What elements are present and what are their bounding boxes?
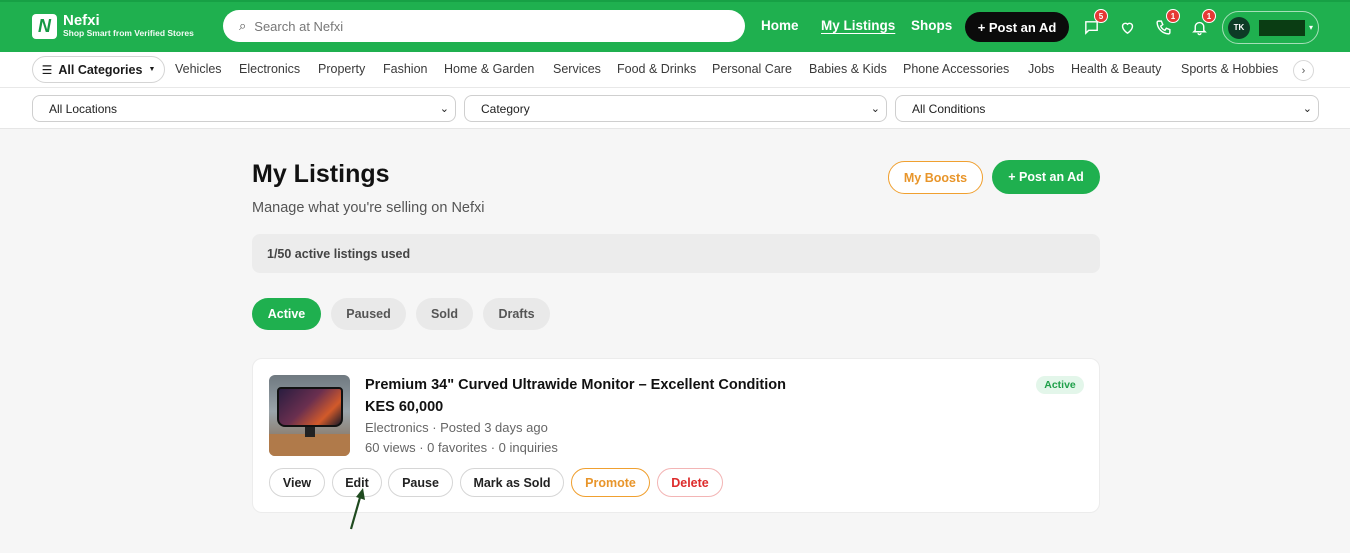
category-phone-accessories[interactable]: Phone Accessories: [903, 62, 1009, 76]
my-boosts-button[interactable]: My Boosts: [888, 161, 983, 194]
category-health-beauty[interactable]: Health & Beauty: [1071, 62, 1161, 76]
post-ad-button-header[interactable]: + Post an Ad: [965, 12, 1069, 42]
logo-mark: N: [32, 13, 57, 39]
condition-select-value: All Conditions: [912, 101, 986, 116]
category-babies-kids[interactable]: Babies & Kids: [809, 62, 887, 76]
search-bar[interactable]: ⌕: [223, 10, 745, 42]
brand-tagline: Shop Smart from Verified Stores: [63, 28, 194, 38]
nav-shops[interactable]: Shops: [911, 18, 952, 33]
chevron-right-icon[interactable]: ›: [1293, 60, 1314, 81]
monitor-image: [277, 387, 343, 427]
nav-home[interactable]: Home: [761, 18, 799, 33]
search-input[interactable]: [254, 18, 695, 34]
listing-stats: 60 views · 0 favorites · 0 inquiries: [365, 440, 558, 455]
chevron-down-icon: ▾: [1309, 23, 1314, 32]
search-icon: ⌕: [239, 18, 247, 33]
category-services[interactable]: Services: [553, 62, 601, 76]
mark-as-sold-button[interactable]: Mark as Sold: [460, 468, 564, 497]
view-button[interactable]: View: [269, 468, 325, 497]
category-sports-hobbies[interactable]: Sports & Hobbies: [1181, 62, 1278, 76]
all-categories-label: All Categories: [58, 62, 143, 77]
phone-icon[interactable]: 1: [1153, 9, 1180, 37]
redacted-username: [1259, 19, 1305, 36]
messages-badge: 5: [1094, 9, 1108, 23]
brand-name: Nefxi: [63, 12, 100, 29]
status-badge: Active: [1036, 376, 1084, 394]
location-select[interactable]: All Locations ⌄: [32, 95, 456, 122]
avatar: TK: [1228, 16, 1250, 39]
top-header: N Nefxi Shop Smart from Verified Stores …: [0, 0, 1350, 52]
calls-badge: 1: [1166, 9, 1180, 23]
category-property[interactable]: Property: [318, 62, 365, 76]
category-jobs[interactable]: Jobs: [1028, 62, 1054, 76]
chevron-down-icon: ⌄: [439, 103, 449, 115]
category-select[interactable]: Category ⌄: [464, 95, 887, 122]
post-ad-button[interactable]: + Post an Ad: [992, 160, 1100, 194]
filter-bar: All Locations ⌄ Category ⌄ All Condition…: [0, 88, 1350, 129]
delete-button[interactable]: Delete: [657, 468, 723, 497]
notifications-badge: 1: [1202, 9, 1216, 23]
promote-button[interactable]: Promote: [571, 468, 650, 497]
category-home-garden[interactable]: Home & Garden: [444, 62, 534, 76]
category-fashion[interactable]: Fashion: [383, 62, 427, 76]
usage-text: 1/50 active listings used: [267, 246, 411, 261]
category-vehicles[interactable]: Vehicles: [175, 62, 222, 76]
category-bar: ☰ All Categories ▼ Vehicles Electronics …: [0, 52, 1350, 88]
listing-card: Premium 34" Curved Ultrawide Monitor – E…: [252, 358, 1100, 513]
nav-my-listings[interactable]: My Listings: [821, 18, 895, 33]
condition-select[interactable]: All Conditions ⌄: [895, 95, 1319, 122]
tab-paused[interactable]: Paused: [331, 298, 406, 330]
listing-usage-banner: 1/50 active listings used: [252, 234, 1100, 273]
tab-sold[interactable]: Sold: [416, 298, 473, 330]
messages-icon[interactable]: 5: [1081, 9, 1108, 37]
pause-button[interactable]: Pause: [388, 468, 453, 497]
category-electronics[interactable]: Electronics: [239, 62, 300, 76]
chevron-down-icon: ⌄: [1302, 103, 1312, 115]
annotation-arrow-icon: [349, 488, 365, 530]
listing-price: KES 60,000: [365, 399, 444, 415]
heart-icon[interactable]: [1117, 17, 1137, 37]
location-select-value: All Locations: [49, 101, 118, 116]
page-title: My Listings: [252, 160, 390, 188]
caret-down-icon: ▼: [148, 66, 156, 73]
menu-icon: ☰: [41, 62, 53, 77]
chevron-down-icon: ⌄: [870, 103, 880, 115]
tab-drafts[interactable]: Drafts: [483, 298, 550, 330]
all-categories-button[interactable]: ☰ All Categories ▼: [32, 56, 165, 83]
listing-title[interactable]: Premium 34" Curved Ultrawide Monitor – E…: [365, 377, 786, 393]
listing-meta: Electronics · Posted 3 days ago: [365, 420, 548, 435]
bell-icon[interactable]: 1: [1189, 9, 1216, 37]
category-personal-care[interactable]: Personal Care: [712, 62, 792, 76]
brand-logo[interactable]: N Nefxi Shop Smart from Verified Stores: [32, 13, 194, 39]
page-subtitle: Manage what you're selling on Nefxi: [252, 200, 485, 216]
category-select-value: Category: [481, 101, 530, 116]
category-food-drinks[interactable]: Food & Drinks: [617, 62, 696, 76]
listing-thumbnail[interactable]: [269, 375, 350, 456]
tab-active[interactable]: Active: [252, 298, 321, 330]
profile-menu[interactable]: TK ▾: [1222, 11, 1319, 44]
